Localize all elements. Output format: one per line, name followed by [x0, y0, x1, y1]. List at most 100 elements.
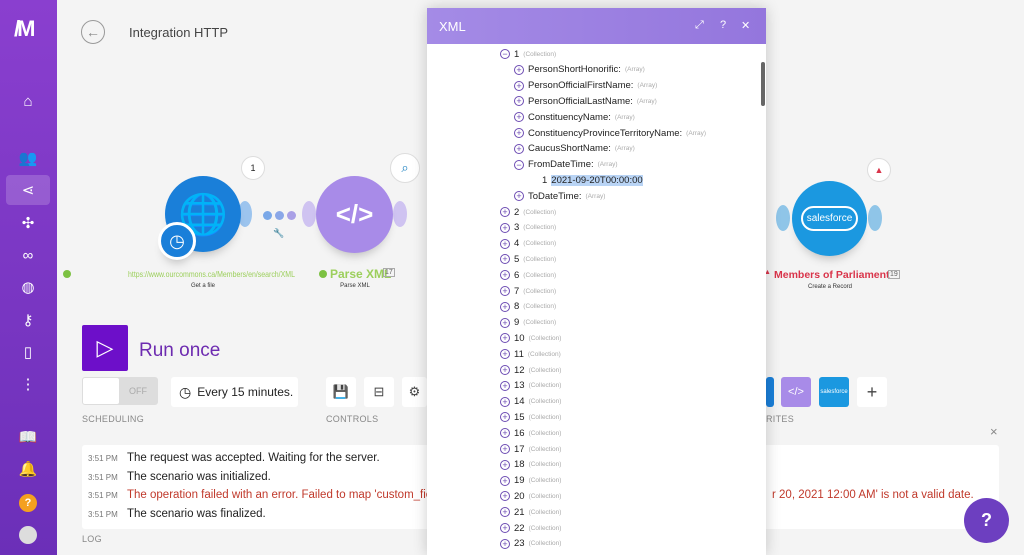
tree-node-collection[interactable]: +2 (Collection) — [500, 205, 556, 219]
make-logo[interactable]: /M — [14, 16, 36, 42]
expand-icon[interactable]: + — [500, 538, 510, 549]
collapse-icon[interactable]: − — [514, 159, 524, 170]
expand-icon[interactable]: + — [500, 380, 510, 391]
scheduling-toggle[interactable]: OFF — [82, 377, 158, 405]
close-log-icon[interactable]: × — [990, 424, 998, 439]
webhooks-icon[interactable]: ◍ — [6, 272, 50, 302]
expand-icon[interactable]: + — [500, 301, 510, 312]
run-once-label[interactable]: Run once — [139, 340, 220, 362]
expand-icon[interactable]: + — [500, 317, 510, 328]
expand-icon[interactable]: + — [514, 143, 524, 154]
tree-node-collection[interactable]: +4 (Collection) — [500, 237, 556, 251]
expand-icon[interactable]: + — [514, 64, 524, 75]
module-title[interactable]: Members of Parliament — [774, 269, 890, 281]
tree-node-collection[interactable]: +16 (Collection) — [500, 426, 561, 440]
home-icon[interactable]: ⌂ — [6, 86, 50, 116]
module-title[interactable]: https://www.ourcommons.ca/Members/en/sea… — [128, 269, 295, 279]
tree-node-field[interactable]: + PersonOfficialLastName: (Array) — [514, 94, 657, 108]
favorite-http[interactable] — [766, 377, 774, 407]
warning-icon[interactable]: ▲ — [867, 158, 891, 182]
tree-node-collection[interactable]: +23 (Collection) — [500, 537, 561, 551]
tree-node-collection[interactable]: +18 (Collection) — [500, 458, 561, 472]
favorite-salesforce[interactable]: salesforce — [819, 377, 849, 407]
tree-node-collection[interactable]: +6 (Collection) — [500, 268, 556, 282]
back-button[interactable]: ← — [81, 20, 105, 44]
expand-icon[interactable]: + — [500, 254, 510, 265]
schedule-setting[interactable]: ◷ Every 15 minutes. — [171, 377, 298, 407]
tree-node-collection[interactable]: +20 (Collection) — [500, 489, 561, 503]
tree-node-collection[interactable]: +3 (Collection) — [500, 221, 556, 235]
clock-schedule-icon[interactable]: ◷ — [158, 222, 196, 260]
expand-icon[interactable]: + — [500, 222, 510, 233]
tree-node-collection[interactable]: +7 (Collection) — [500, 284, 556, 298]
support-chat-button[interactable]: ? — [964, 498, 1009, 543]
tree-node-collection[interactable]: +14 (Collection) — [500, 395, 561, 409]
expand-icon[interactable]: + — [500, 523, 510, 533]
tree-node-field[interactable]: + CaucusShortName: (Array) — [514, 142, 635, 156]
tree-node-collection[interactable]: +19 (Collection) — [500, 474, 561, 488]
expand-icon[interactable]: + — [500, 333, 510, 344]
run-once-button[interactable]: ▷ — [82, 325, 128, 371]
expand-icon[interactable]: + — [500, 428, 510, 439]
user-avatar[interactable] — [6, 520, 50, 550]
tree-node-collection[interactable]: +13 (Collection) — [500, 379, 561, 393]
operations-count-bubble[interactable]: 1 — [241, 156, 265, 180]
expand-icon[interactable]: + — [514, 128, 524, 138]
wrench-icon[interactable]: 🔧 — [273, 228, 284, 239]
expand-icon[interactable]: + — [500, 507, 510, 518]
tree-node-field[interactable]: + PersonShortHonorific: (Array) — [514, 63, 645, 77]
save-button[interactable]: 💾 — [326, 377, 356, 407]
devices-icon[interactable]: ▯ — [6, 337, 50, 367]
expand-icon[interactable]: + — [500, 444, 510, 454]
expand-icon[interactable]: + — [514, 80, 524, 91]
leaf-value-selected[interactable]: 2021-09-20T00:00:00 — [551, 174, 643, 186]
expand-icon[interactable]: ⤢ — [695, 19, 704, 32]
tree-node-field[interactable]: + PersonOfficialFirstName: (Array) — [514, 79, 657, 93]
notifications-icon[interactable]: 🔔 — [6, 454, 50, 484]
scrollbar[interactable] — [761, 62, 765, 106]
keys-icon[interactable]: ⚷ — [6, 305, 50, 335]
expand-icon[interactable]: + — [500, 475, 510, 486]
apps-icon[interactable]: ✣ — [6, 208, 50, 238]
close-icon[interactable]: ✕ — [741, 19, 750, 32]
connections-icon[interactable]: ∞ — [6, 240, 50, 270]
settings-button[interactable]: ⚙ — [402, 377, 427, 407]
xml-module[interactable]: </> — [316, 176, 393, 253]
tree-node-collection[interactable]: +10 (Collection) — [500, 331, 561, 345]
expand-icon[interactable]: + — [514, 96, 524, 107]
tree-node-collection[interactable]: +8 (Collection) — [500, 300, 556, 314]
expand-icon[interactable]: + — [500, 207, 510, 217]
expand-icon[interactable]: + — [500, 270, 510, 281]
tree-node-collection[interactable]: −1 (Collection) — [500, 47, 556, 61]
expand-icon[interactable]: + — [514, 191, 524, 202]
tree-node-collection[interactable]: +9 (Collection) — [500, 316, 556, 330]
add-favorite-button[interactable]: + — [857, 377, 887, 407]
tree-node-collection[interactable]: +11 (Collection) — [500, 347, 561, 361]
team-icon[interactable]: 👥 — [6, 143, 50, 173]
tree-node-collection[interactable]: +21 (Collection) — [500, 505, 561, 519]
tree-node-collection[interactable]: +5 (Collection) — [500, 252, 556, 266]
help-button[interactable]: ? — [6, 488, 50, 518]
expand-icon[interactable]: + — [500, 238, 510, 249]
help-icon[interactable]: ? — [720, 19, 726, 31]
expand-icon[interactable]: + — [500, 412, 510, 423]
expand-icon[interactable]: + — [500, 396, 510, 407]
expand-icon[interactable]: + — [500, 459, 510, 470]
tree-node-field[interactable]: − FromDateTime: (Array) — [514, 158, 618, 172]
tree-node-field[interactable]: + ConstituencyProvinceTerritoryName: (Arra… — [514, 126, 706, 140]
docs-icon[interactable]: 📖 — [6, 422, 50, 452]
expand-icon[interactable]: + — [500, 491, 510, 502]
expand-icon[interactable]: + — [500, 286, 510, 296]
tree-node-field[interactable]: + ConstituencyName: (Array) — [514, 110, 635, 124]
scenarios-icon[interactable]: ⋖ — [6, 175, 50, 205]
search-icon[interactable]: ⌕ — [390, 153, 420, 183]
tree-node-collection[interactable]: +17 (Collection) — [500, 442, 561, 456]
tree-node-collection[interactable]: +12 (Collection) — [500, 363, 561, 377]
tree-node-field[interactable]: + ToDateTime: (Array) — [514, 189, 605, 203]
salesforce-module[interactable]: salesforce — [792, 181, 867, 256]
auto-align-button[interactable]: ⊟ — [364, 377, 394, 407]
tree-node-collection[interactable]: +15 (Collection) — [500, 410, 561, 424]
expand-icon[interactable]: + — [500, 365, 510, 375]
more-icon[interactable]: ⋮ — [6, 369, 50, 399]
tree-leaf[interactable]: 1 2021-09-20T00:00:00 — [542, 173, 643, 187]
